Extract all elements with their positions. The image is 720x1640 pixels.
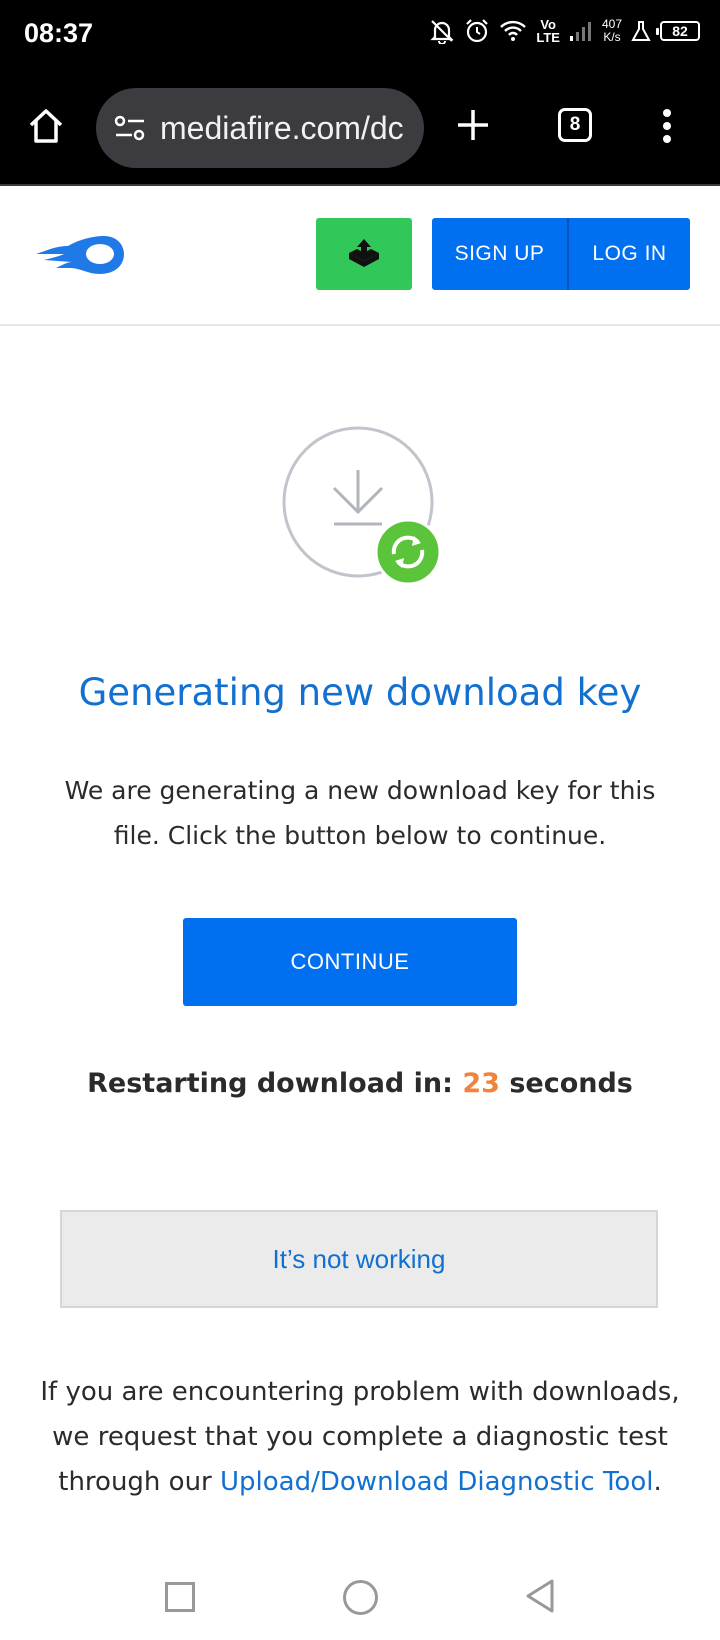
mediafire-logo[interactable] bbox=[34, 232, 126, 282]
countdown-seconds: 23 bbox=[462, 1068, 500, 1099]
download-key-illustration bbox=[282, 426, 442, 590]
page-title: Generating new download key bbox=[78, 671, 642, 714]
network-speed: 407 K/s bbox=[601, 17, 622, 44]
description-text: We are generating a new download key for… bbox=[64, 776, 656, 850]
log-in-button[interactable]: LOG IN bbox=[569, 218, 690, 290]
recents-button[interactable] bbox=[165, 1582, 195, 1612]
more-icon[interactable] bbox=[662, 108, 672, 148]
status-icons: Vo LTE 407 K/s 82 bbox=[429, 18, 700, 44]
tabs-icon[interactable]: 8 bbox=[558, 108, 592, 142]
status-time: 08:37 bbox=[24, 18, 94, 48]
upload-icon bbox=[347, 237, 381, 271]
signal-icon bbox=[569, 20, 593, 42]
lab-icon bbox=[631, 20, 651, 42]
countdown-text: Restarting download in: 23 seconds bbox=[0, 1068, 720, 1099]
address-bar[interactable]: mediafire.com/dc bbox=[96, 88, 424, 168]
upload-button[interactable] bbox=[316, 218, 412, 290]
system-nav-bar bbox=[0, 1560, 720, 1640]
back-button[interactable] bbox=[524, 1578, 556, 1618]
site-header: SIGN UP LOG IN bbox=[0, 186, 720, 326]
browser-toolbar: mediafire.com/dc 8 bbox=[0, 76, 720, 186]
refresh-icon bbox=[374, 518, 442, 586]
not-working-button[interactable]: It’s not working bbox=[60, 1210, 658, 1308]
home-icon[interactable] bbox=[26, 106, 70, 150]
help-end: . bbox=[653, 1467, 662, 1497]
wifi-icon bbox=[499, 19, 527, 43]
battery-icon: 82 bbox=[656, 21, 700, 41]
site-settings-icon[interactable] bbox=[114, 114, 146, 146]
countdown-prefix: Restarting download in: bbox=[87, 1068, 453, 1099]
sign-up-button[interactable]: SIGN UP bbox=[432, 218, 569, 290]
home-button[interactable] bbox=[343, 1580, 378, 1615]
dnd-off-icon bbox=[429, 18, 455, 44]
help-text: If you are encountering problem with dow… bbox=[40, 1370, 680, 1505]
continue-button[interactable]: CONTINUE bbox=[183, 918, 517, 1006]
alarm-icon bbox=[464, 18, 490, 44]
new-tab-icon[interactable] bbox=[455, 107, 491, 147]
auth-buttons: SIGN UP LOG IN bbox=[432, 218, 690, 290]
volte-indicator: Vo LTE bbox=[536, 17, 560, 45]
countdown-suffix: seconds bbox=[509, 1068, 633, 1099]
url-text: mediafire.com/dc bbox=[160, 110, 404, 146]
diagnostic-tool-link[interactable]: Upload/Download Diagnostic Tool bbox=[220, 1467, 653, 1497]
status-bar: 08:37 Vo LTE 407 K/s 82 bbox=[0, 0, 720, 76]
